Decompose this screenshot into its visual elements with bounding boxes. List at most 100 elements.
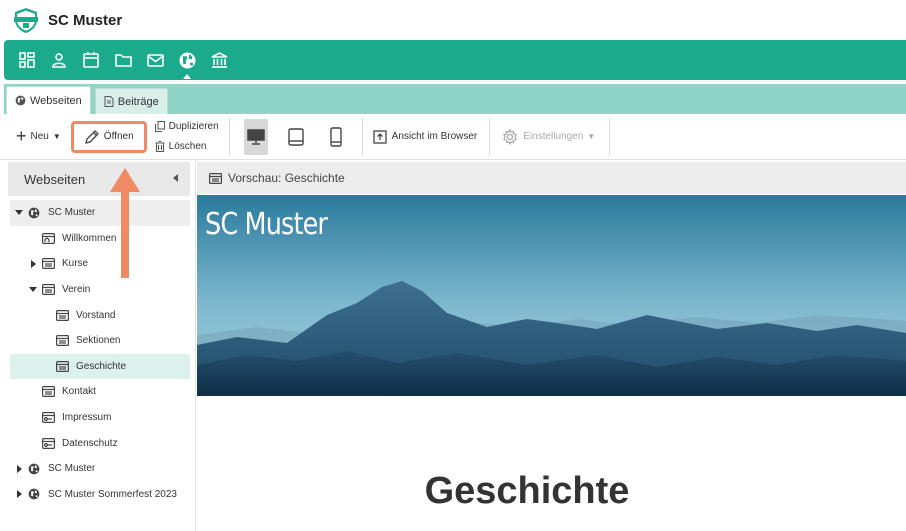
tree-item-label: Kontakt [62, 386, 96, 398]
globe-icon [15, 95, 26, 106]
tree-item-label: Sektionen [76, 335, 121, 347]
toolbar-divider [489, 117, 491, 156]
toolbar-divider [361, 117, 363, 156]
sidebar-header: Webseiten [8, 162, 190, 196]
tab-webseiten[interactable]: Webseiten [6, 86, 91, 114]
document-icon [104, 96, 114, 107]
tree-item[interactable]: Datenschutz [10, 430, 190, 456]
preview-title: Vorschau: Geschichte [228, 171, 345, 185]
tree-item[interactable]: SC Muster [10, 200, 190, 226]
expand-right-icon[interactable] [12, 490, 26, 499]
delete-label: Löschen [168, 141, 207, 152]
link-page-icon [40, 411, 56, 425]
page-tree: SC Muster Willkommen Kurse Verein Vorstand Se… [10, 200, 190, 507]
preview-header: Vorschau: Geschichte [197, 162, 906, 194]
view-in-browser-button[interactable]: Ansicht im Browser [373, 129, 478, 144]
page-icon [40, 283, 56, 297]
desktop-view-button[interactable] [243, 118, 268, 155]
globe-icon [26, 462, 42, 476]
expand-down-icon[interactable] [26, 287, 40, 293]
annotation-arrow [110, 168, 140, 278]
main-nav-bar [4, 40, 906, 80]
pencil-icon [84, 129, 99, 144]
phone-icon [329, 126, 342, 147]
tablet-view-button[interactable] [284, 119, 308, 155]
caret-down-icon: ▼ [52, 132, 61, 141]
expand-right-icon[interactable] [26, 259, 40, 268]
tree-item[interactable]: Verein [10, 277, 190, 303]
tree-item-label: SC Muster [48, 463, 96, 475]
tree-item-label: Vorstand [76, 309, 116, 321]
tablet-icon [287, 127, 304, 146]
tree-item-label: SC Muster Sommerfest 2023 [48, 488, 177, 500]
collapse-sidebar-icon[interactable] [173, 174, 178, 182]
tree-item[interactable]: SC Muster Sommerfest 2023 [10, 482, 190, 508]
dashboard-icon[interactable] [16, 49, 38, 71]
tree-item-label: Datenschutz [62, 437, 118, 449]
page-icon [40, 257, 56, 271]
tab-label: Beiträge [117, 95, 159, 108]
trash-icon [155, 141, 165, 152]
link-page-icon [40, 436, 56, 450]
club-logo [12, 6, 40, 34]
app-window: SC Muster Webseiten Beiträge + Neu ▼ Öff… [0, 0, 906, 531]
external-link-icon [373, 129, 387, 144]
open-label: Öffnen [103, 131, 134, 142]
copy-icon [154, 121, 165, 132]
globe-icon [26, 206, 42, 220]
tree-item[interactable]: Impressum [10, 405, 190, 431]
toolbar: + Neu ▼ Öffnen Duplizieren Löschen Ansic… [0, 114, 906, 160]
toolbar-divider [228, 117, 230, 156]
tree-item[interactable]: Kurse [10, 251, 190, 277]
sidebar-title: Webseiten [24, 171, 86, 187]
expand-right-icon[interactable] [12, 464, 26, 473]
new-button[interactable]: + Neu ▼ [10, 122, 67, 152]
tree-item[interactable]: Willkommen [10, 226, 190, 252]
tree-item-label: Geschichte [76, 360, 127, 372]
duplicate-delete-group: Duplizieren Löschen [154, 117, 219, 157]
home-page-icon [40, 231, 56, 245]
monitor-icon [246, 128, 265, 145]
tree-item[interactable]: Geschichte [10, 353, 190, 380]
hero-title: SC Muster [205, 207, 328, 242]
tree-item-label: SC Muster [48, 207, 96, 219]
bank-icon[interactable] [208, 49, 230, 71]
tree-item-label: Kurse [62, 258, 89, 270]
globe-icon [26, 487, 42, 501]
expand-down-icon[interactable] [12, 210, 26, 216]
tree-item[interactable]: SC Muster [10, 456, 190, 482]
mail-icon[interactable] [144, 49, 166, 71]
title-bar: SC Muster [0, 0, 906, 40]
folder-icon[interactable] [112, 49, 134, 71]
page-icon [54, 359, 70, 373]
page-icon [40, 385, 56, 399]
tab-strip: Webseiten Beiträge [4, 84, 906, 114]
user-icon[interactable] [48, 49, 70, 71]
tree-item-label: Verein [62, 284, 91, 296]
tab-label: Webseiten [30, 94, 82, 107]
hero-banner: SC Muster [197, 195, 906, 396]
caret-down-icon: ▼ [587, 132, 596, 141]
new-label: Neu [30, 131, 49, 142]
calendar-icon[interactable] [80, 49, 102, 71]
tree-item[interactable]: Vorstand [10, 302, 190, 328]
browser-label: Ansicht im Browser [391, 131, 478, 142]
globe-icon[interactable] [176, 49, 198, 79]
tree-item[interactable]: Kontakt [10, 379, 190, 405]
mobile-view-button[interactable] [324, 119, 348, 155]
delete-button[interactable]: Löschen [155, 137, 219, 157]
tree-item-label: Impressum [62, 412, 112, 424]
page-preview-icon [209, 172, 222, 184]
page-icon [54, 308, 70, 322]
settings-button[interactable]: Einstellungen ▼ [502, 128, 596, 145]
duplicate-label: Duplizieren [168, 121, 219, 132]
toolbar-divider [609, 117, 611, 156]
duplicate-button[interactable]: Duplizieren [154, 117, 219, 137]
page-heading: Geschichte [424, 470, 630, 512]
tree-item[interactable]: Sektionen [10, 328, 190, 354]
sidebar: Webseiten SC Muster Willkommen Kurse Verein… [0, 160, 196, 531]
open-button[interactable]: Öffnen [70, 120, 147, 153]
tab-beitraege[interactable]: Beiträge [94, 88, 168, 114]
gear-icon [503, 128, 518, 145]
settings-label: Einstellungen [523, 131, 584, 142]
